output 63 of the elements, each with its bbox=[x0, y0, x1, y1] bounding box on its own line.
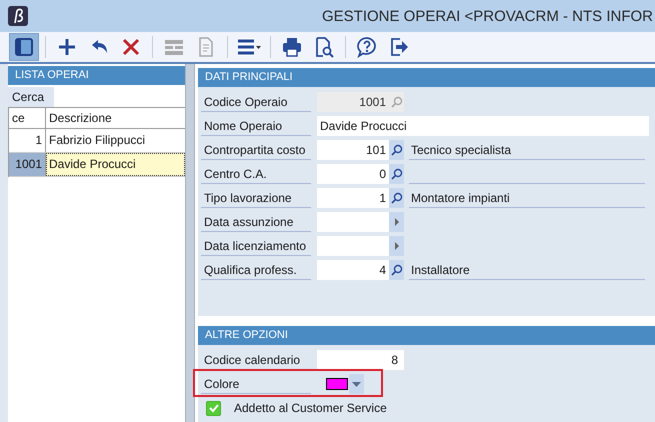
field-label: Nome Operaio bbox=[201, 116, 311, 136]
dropdown-button[interactable] bbox=[349, 374, 364, 394]
field-label: Tipo lavorazione bbox=[201, 188, 311, 208]
search-icon bbox=[390, 264, 402, 276]
triangle-right-icon bbox=[394, 242, 400, 250]
field-label: Data assunzione bbox=[201, 212, 311, 232]
search-icon bbox=[390, 168, 402, 180]
input-field: 1001 bbox=[317, 92, 404, 112]
printer-icon bbox=[281, 36, 303, 58]
sidebar-panel-icon bbox=[13, 36, 35, 58]
table-cell: 1001 bbox=[9, 153, 46, 176]
field-label: Codice calendario bbox=[201, 350, 311, 370]
field-label: Centro C.A. bbox=[201, 164, 311, 184]
panel-header: LISTA OPERAI bbox=[8, 66, 185, 85]
delete-x-icon bbox=[120, 36, 142, 58]
section-header: DATI PRINCIPALI bbox=[198, 68, 655, 87]
lookup-button[interactable] bbox=[389, 164, 404, 184]
search-label: Cerca bbox=[8, 87, 54, 107]
table-row[interactable]: 1001 Davide Procucci bbox=[9, 153, 185, 177]
table-cell: 1 bbox=[9, 129, 46, 152]
field-label: Qualifica profess. bbox=[201, 260, 311, 280]
check-icon bbox=[208, 402, 220, 414]
input-field[interactable]: 0 bbox=[317, 164, 404, 184]
search-icon bbox=[390, 144, 402, 156]
exit-icon bbox=[388, 36, 410, 58]
help-icon bbox=[356, 36, 378, 58]
description-field: Tecnico specialista bbox=[409, 140, 645, 160]
input-field[interactable]: 8 bbox=[317, 350, 404, 370]
field-label: Codice Operaio bbox=[201, 92, 311, 112]
search-icon bbox=[390, 96, 402, 108]
lookup-button[interactable] bbox=[389, 260, 404, 280]
date-picker-button[interactable] bbox=[389, 236, 404, 256]
color-swatch[interactable] bbox=[326, 378, 348, 390]
column-header[interactable]: Descrizione bbox=[46, 108, 185, 128]
lookup-button[interactable] bbox=[389, 140, 404, 160]
checkbox-label: Addetto al Customer Service bbox=[234, 401, 387, 415]
window-title: GESTIONE OPERAI <PROVACRM - NTS INFOR bbox=[322, 8, 654, 24]
field-label: Data licenziamento bbox=[201, 236, 311, 256]
date-picker-button[interactable] bbox=[389, 212, 404, 232]
field-label: Contropartita costo bbox=[201, 140, 311, 160]
toolbar-button[interactable] bbox=[9, 33, 39, 61]
table-cell-text: Fabrizio Filippucci bbox=[48, 132, 146, 149]
input-field[interactable]: 101 bbox=[317, 140, 404, 160]
document-search-icon bbox=[313, 36, 335, 58]
caret-down-icon bbox=[352, 382, 361, 386]
field-label: Colore bbox=[201, 374, 311, 394]
section-header: ALTRE OPZIONI bbox=[198, 326, 655, 345]
search-icon bbox=[390, 192, 402, 204]
triangle-right-icon bbox=[394, 218, 400, 226]
input-field[interactable]: 1 bbox=[317, 188, 404, 208]
column-header[interactable]: ce bbox=[9, 108, 46, 128]
table-row[interactable]: 1 Fabrizio Filippucci bbox=[9, 129, 185, 153]
input-field[interactable]: Davide Procucci bbox=[317, 116, 649, 136]
lookup-button[interactable] bbox=[389, 188, 404, 208]
plus-icon bbox=[56, 36, 78, 58]
input-field[interactable] bbox=[317, 212, 404, 232]
description-field: Installatore bbox=[409, 260, 645, 280]
table-cell: Davide Procucci bbox=[46, 153, 185, 176]
checkbox[interactable] bbox=[206, 400, 221, 416]
input-field[interactable] bbox=[317, 236, 404, 256]
description-field: Montatore impianti bbox=[409, 188, 645, 208]
input-field[interactable]: 4 bbox=[317, 260, 404, 280]
app-logo-icon bbox=[8, 6, 28, 26]
